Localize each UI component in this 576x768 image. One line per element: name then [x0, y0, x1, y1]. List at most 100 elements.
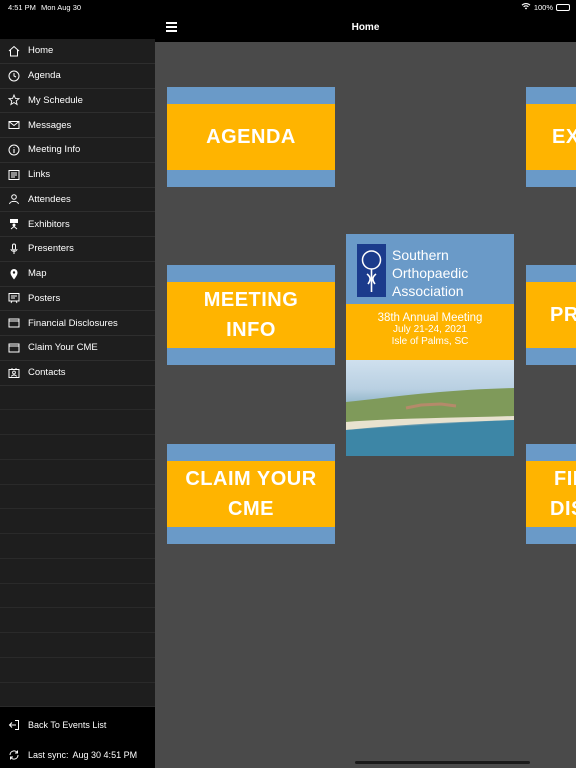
poster-org-line: Southern [392, 247, 449, 263]
sidebar-item-label: Claim Your CME [28, 342, 98, 354]
sidebar-top-bar [0, 14, 155, 39]
poster-meeting-dates: July 21-24, 2021 [393, 324, 467, 335]
status-bar: 4:51 PM Mon Aug 30 100% [0, 0, 576, 14]
back-to-events-label: Back To Events List [28, 719, 107, 730]
exhibitor-booth-icon [7, 217, 21, 231]
info-icon [7, 143, 21, 157]
poster-beach-photo [346, 360, 514, 456]
sidebar-item-home[interactable]: Home [0, 39, 155, 64]
sooa-logo [357, 244, 386, 297]
battery-icon [556, 3, 570, 11]
sidebar-item-attendees[interactable]: Attendees [0, 188, 155, 213]
sidebar: Home Agenda My Schedule Messages Meeting… [0, 39, 155, 768]
sidebar-item-contacts[interactable]: Contacts [0, 361, 155, 386]
last-sync-time: Aug 30 4:51 PM [72, 749, 138, 760]
empty-row [0, 386, 155, 411]
sidebar-item-meeting-info[interactable]: Meeting Info [0, 138, 155, 163]
nav-bar: Home [155, 14, 576, 42]
event-poster: Southern Orthopaedic Association 38th An… [346, 234, 514, 456]
empty-row [0, 410, 155, 435]
battery-percent: 100% [533, 2, 553, 12]
sidebar-item-label: Contacts [28, 367, 66, 379]
sidebar-item-my-schedule[interactable]: My Schedule [0, 89, 155, 114]
sidebar-item-exhibitors[interactable]: Exhibitors [0, 212, 155, 237]
sidebar-menu: Home Agenda My Schedule Messages Meeting… [0, 39, 155, 386]
window-icon [7, 316, 21, 330]
tile-label-line1: FIN [554, 468, 576, 490]
sidebar-item-agenda[interactable]: Agenda [0, 64, 155, 89]
tile-label-line2: DISC [550, 498, 576, 520]
map-pin-icon [7, 267, 21, 281]
empty-row [0, 460, 155, 485]
sidebar-item-label: Presenters [28, 243, 74, 255]
tile-label-line1: MEETING [203, 289, 299, 311]
poster-org-line: Orthopaedic [392, 265, 469, 281]
contact-card-icon [7, 366, 21, 380]
last-sync-label: Last sync: [28, 749, 69, 760]
tile-exhibitors[interactable]: EX [526, 87, 576, 187]
sidebar-item-claim-cme[interactable]: Claim Your CME [0, 336, 155, 361]
house-icon [7, 44, 21, 58]
sidebar-item-financial-disclosures[interactable]: Financial Disclosures [0, 311, 155, 336]
empty-row [0, 509, 155, 534]
sidebar-item-label: Home [28, 45, 54, 57]
sidebar-item-label: My Schedule [28, 94, 83, 106]
empty-row [0, 683, 155, 708]
sidebar-item-label: Meeting Info [28, 144, 81, 156]
tile-band: CLAIM YOUR CME [167, 461, 335, 527]
empty-row [0, 633, 155, 658]
tile-claim-cme[interactable]: CLAIM YOUR CME [167, 444, 335, 544]
tile-label-line2: INFO [226, 319, 276, 341]
empty-row [0, 608, 155, 633]
back-to-events-button[interactable]: Back To Events List [0, 712, 155, 737]
tile-band: PR [526, 282, 576, 348]
tile-label: AGENDA [206, 126, 296, 148]
sidebar-item-messages[interactable]: Messages [0, 113, 155, 138]
sidebar-item-label: Map [28, 268, 47, 280]
status-right: 100% [521, 2, 570, 12]
sidebar-item-label: Links [28, 169, 51, 181]
microphone-icon [7, 242, 21, 256]
clock-icon [7, 69, 21, 83]
poster-meeting-details: 38th Annual Meeting July 21-24, 2021 Isl… [346, 304, 514, 360]
sidebar-item-links[interactable]: Links [0, 163, 155, 188]
sidebar-item-map[interactable]: Map [0, 262, 155, 287]
tile-agenda[interactable]: AGENDA [167, 87, 335, 187]
sidebar-item-presenters[interactable]: Presenters [0, 237, 155, 262]
sidebar-item-label: Financial Disclosures [28, 317, 118, 329]
tile-band: MEETING INFO [167, 282, 335, 348]
sidebar-item-label: Agenda [28, 70, 61, 82]
tile-financial-disclosures[interactable]: FIN DISC [526, 444, 576, 544]
sidebar-footer: Back To Events List Last sync: Aug 30 4:… [0, 707, 155, 768]
sidebar-item-label: Messages [28, 119, 72, 131]
exit-arrow-icon [7, 718, 21, 732]
sidebar-item-posters[interactable]: Posters [0, 287, 155, 312]
empty-row [0, 584, 155, 609]
poster-org-line: Association [392, 283, 464, 299]
tile-band: AGENDA [167, 104, 335, 170]
tile-band: EX [526, 104, 576, 170]
last-sync-row[interactable]: Last sync: Aug 30 4:51 PM [0, 742, 155, 767]
empty-row [0, 485, 155, 510]
sidebar-item-label: Attendees [28, 193, 71, 205]
poster-board-icon [7, 291, 21, 305]
tile-presenters[interactable]: PR [526, 265, 576, 365]
envelope-icon [7, 118, 21, 132]
poster-org-name: Southern Orthopaedic Association [392, 246, 468, 300]
sidebar-item-label: Exhibitors [28, 218, 70, 230]
home-dashboard: AGENDA EX MEETING INFO PR CLAIM YOUR CME… [155, 42, 576, 768]
page-title: Home [351, 22, 380, 33]
tile-label: EX [552, 126, 576, 148]
poster-meeting-title: 38th Annual Meeting [377, 312, 483, 324]
tile-meeting-info[interactable]: MEETING INFO [167, 265, 335, 365]
window-icon [7, 341, 21, 355]
links-icon [7, 168, 21, 182]
star-icon [7, 93, 21, 107]
status-time: 4:51 PM [8, 3, 36, 12]
poster-meeting-location: Isle of Palms, SC [391, 336, 469, 347]
poster-header: Southern Orthopaedic Association [346, 234, 514, 304]
home-indicator [355, 761, 530, 764]
tile-label: PR [550, 304, 576, 326]
sidebar-empty-rows [0, 386, 155, 708]
empty-row [0, 534, 155, 559]
